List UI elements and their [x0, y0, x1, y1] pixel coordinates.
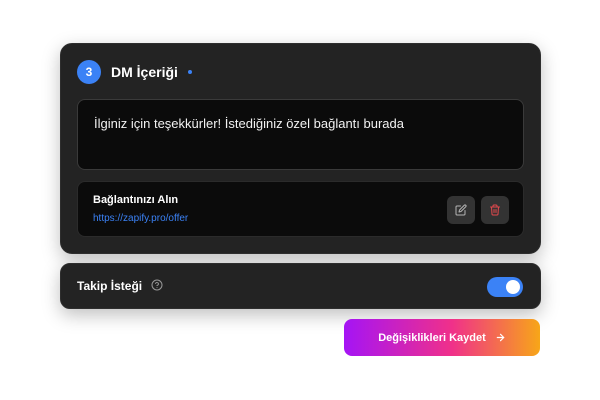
edit-icon: [455, 204, 467, 216]
follow-request-card: Takip İsteği: [60, 263, 541, 309]
dm-content-card: 3 DM İçeriği İlginiz için teşekkürler! İ…: [60, 43, 541, 254]
required-indicator: [187, 70, 192, 74]
toggle-knob: [506, 280, 520, 294]
step-number-badge: 3: [77, 60, 101, 84]
section-header: 3 DM İçeriği: [77, 60, 192, 84]
edit-link-button[interactable]: [447, 196, 475, 224]
trash-icon: [489, 204, 501, 216]
follow-request-toggle[interactable]: [487, 277, 523, 297]
link-title: Bağlantınızı Alın: [93, 194, 179, 206]
arrow-right-icon: [495, 332, 506, 343]
link-url[interactable]: https://zapify.pro/offer: [93, 213, 188, 224]
delete-link-button[interactable]: [481, 196, 509, 224]
save-button-label: Değişiklikleri Kaydet: [378, 331, 486, 344]
help-circle-icon[interactable]: [151, 279, 165, 293]
follow-request-label: Takip İsteği: [77, 279, 143, 293]
link-item: Bağlantınızı Alın https://zapify.pro/off…: [77, 181, 524, 237]
save-changes-button[interactable]: Değişiklikleri Kaydet: [344, 319, 540, 356]
section-title: DM İçeriği: [111, 64, 178, 80]
dm-message-textarea[interactable]: İlginiz için teşekkürler! İstediğiniz öz…: [77, 99, 524, 170]
